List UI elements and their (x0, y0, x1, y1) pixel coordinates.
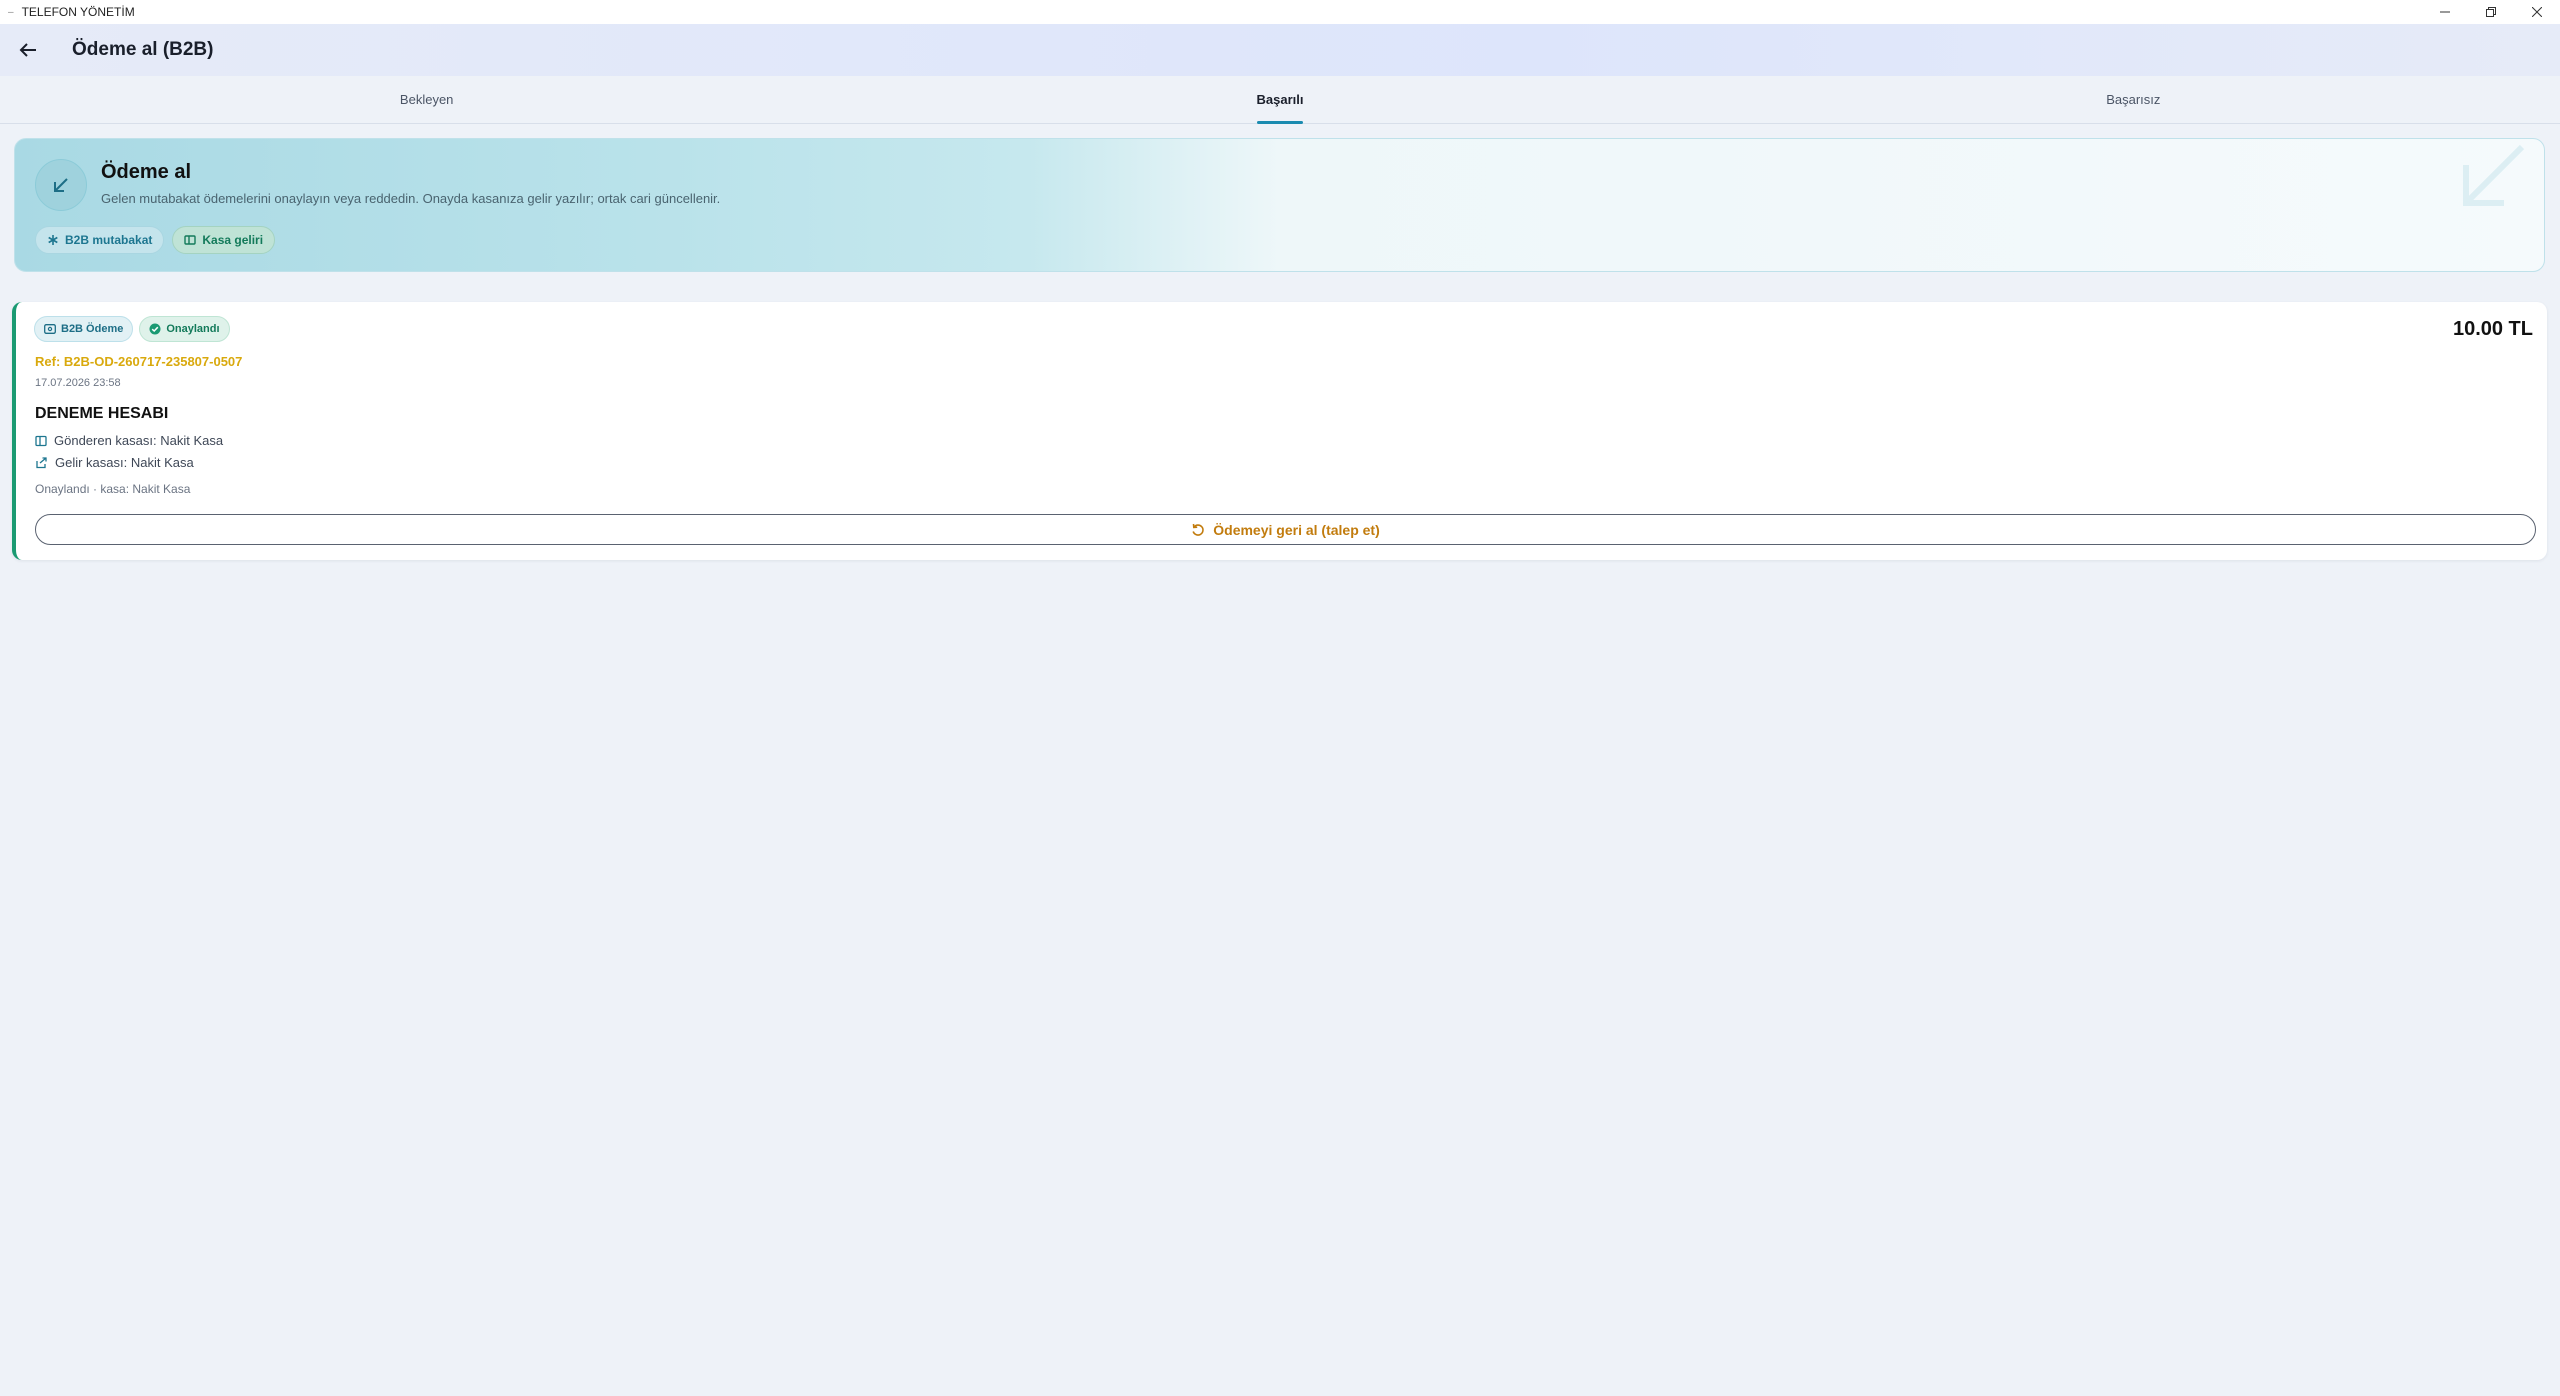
tab-failed[interactable]: Başarısız (1707, 76, 2560, 123)
restore-button[interactable] (2468, 0, 2514, 24)
income-arrow-icon (36, 456, 47, 468)
minimize-button[interactable] (2422, 0, 2468, 24)
hero-title: Ödeme al (101, 161, 192, 183)
page-title: Ödeme al (B2B) (72, 39, 214, 60)
payment-icon (44, 324, 56, 334)
app-icon: – (8, 6, 14, 18)
hero-banner: Ödeme al Gelen mutabakat ödemelerini ona… (14, 138, 2545, 272)
arrow-down-left-icon (54, 178, 68, 192)
revert-payment-button[interactable]: Ödemeyi geri al (talep et) (35, 514, 2536, 545)
sender-cashbox-text: Gönderen kasası: Nakit Kasa (54, 433, 224, 448)
app-bar: Ödeme al (B2B) (0, 24, 2560, 76)
hero-description: Gelen mutabakat ödemelerini onaylayın ve… (101, 191, 721, 206)
account-name: DENEME HESABI (35, 405, 169, 422)
approval-note: Onaylandı · kasa: Nakit Kasa (35, 482, 191, 496)
transaction-date: 17.07.2026 23:58 (35, 377, 121, 389)
hero-icon-circle (35, 159, 87, 211)
transaction-badges: B2B Ödeme Onaylandı (34, 316, 230, 342)
tab-bar: Bekleyen Başarılı Başarısız (0, 76, 2560, 124)
back-arrow-icon (19, 43, 36, 57)
window-titlebar: – TELEFON YÖNETİM (0, 0, 2560, 24)
tab-pending[interactable]: Bekleyen (0, 76, 853, 123)
undo-icon (1192, 523, 1205, 536)
close-icon (2532, 7, 2542, 17)
transaction-ref: Ref: B2B-OD-260717-235807-0507 (35, 354, 243, 369)
status-badge-label: Onaylandı (166, 323, 220, 335)
tab-successful[interactable]: Başarılı (853, 76, 1706, 123)
transaction-card: B2B Ödeme Onaylandı 10.00 TL Ref: B2B-OD… (12, 302, 2547, 560)
window-controls (2422, 0, 2560, 24)
status-badge: Onaylandı (139, 316, 230, 342)
back-button[interactable] (16, 38, 40, 62)
check-circle-icon (149, 323, 161, 335)
sender-cashbox-row: Gönderen kasası: Nakit Kasa (35, 433, 223, 448)
chip-label: B2B mutabakat (65, 233, 153, 247)
income-cashbox-row: Gelir kasası: Nakit Kasa (35, 455, 194, 470)
restore-icon (2486, 7, 2496, 17)
income-cashbox-text: Gelir kasası: Nakit Kasa (55, 455, 194, 470)
sync-icon (48, 235, 58, 245)
revert-payment-label: Ödemeyi geri al (talep et) (1213, 521, 1380, 538)
chip-b2b-reconciliation: B2B mutabakat (35, 226, 165, 254)
close-button[interactable] (2514, 0, 2560, 24)
chip-label: Kasa geliri (202, 233, 264, 247)
type-badge: B2B Ödeme (34, 316, 134, 342)
arrow-down-left-watermark-icon (2463, 144, 2525, 206)
cashbox-icon (184, 235, 197, 245)
chip-cash-income: Kasa geliri (172, 226, 276, 254)
cashbox-icon (35, 435, 47, 446)
type-badge-label: B2B Ödeme (61, 323, 124, 335)
hero-chips: B2B mutabakat Kasa geliri (35, 226, 276, 254)
transaction-amount: 10.00 TL (2452, 318, 2533, 340)
window-title: TELEFON YÖNETİM (21, 5, 135, 19)
minimize-icon (2440, 11, 2450, 13)
